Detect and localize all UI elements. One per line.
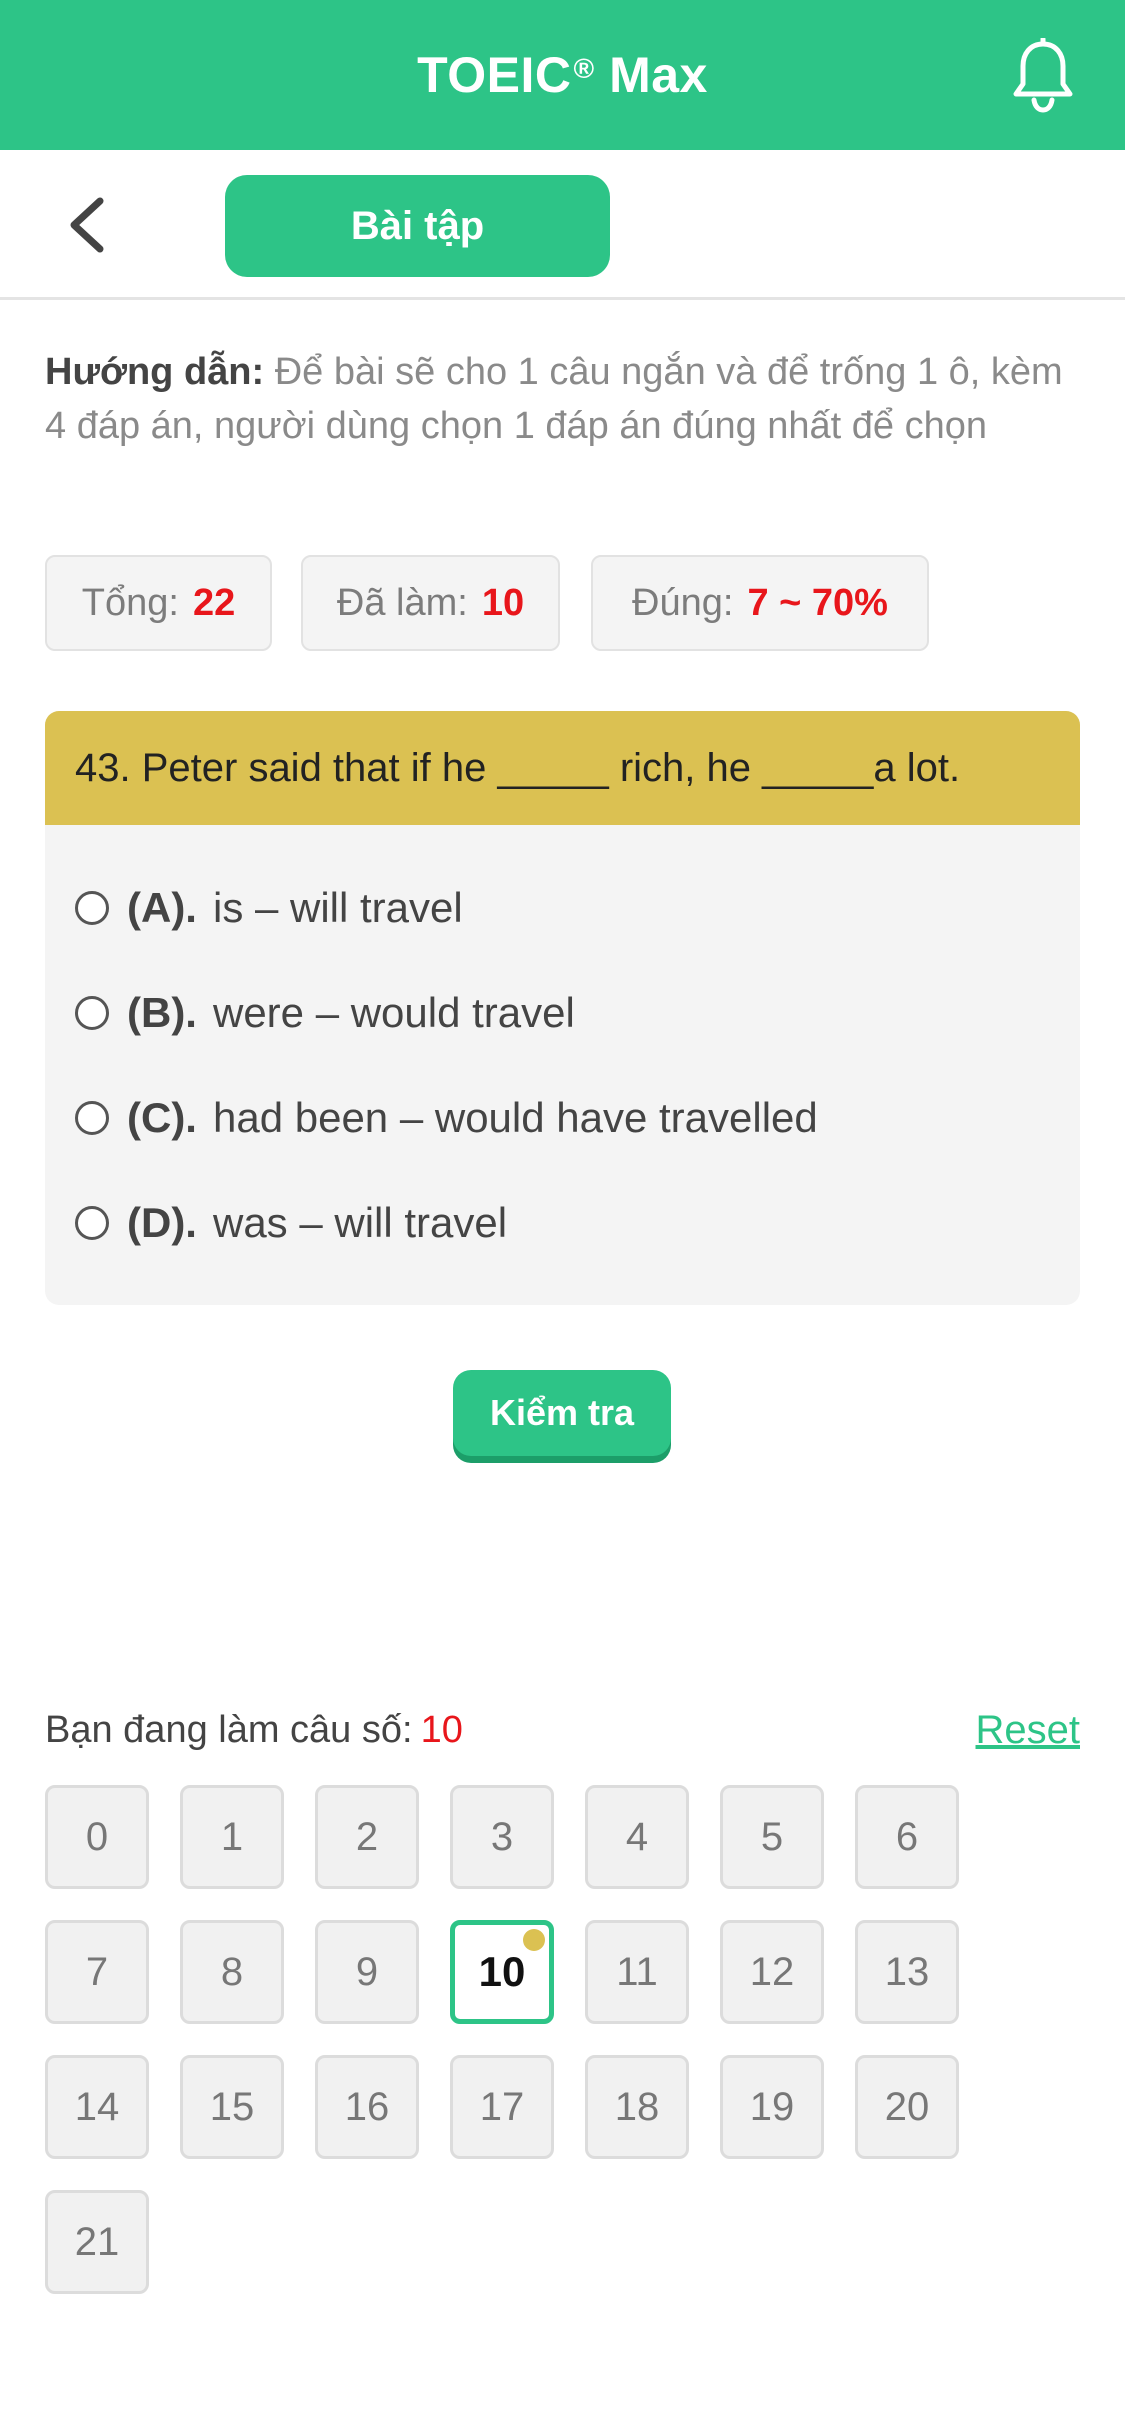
question-number-label: 21 [74, 2219, 120, 2264]
option-text: was – will travel [212, 1199, 508, 1246]
stat-correct: Đúng: 7 ~ 70% [591, 555, 929, 651]
question-number-button[interactable]: 15 [180, 2055, 284, 2159]
question-number-button[interactable]: 18 [585, 2055, 689, 2159]
instructions-label: Hướng dẫn: [45, 351, 265, 393]
top-app-bar: TOEIC ® Max [0, 0, 1125, 150]
option-c[interactable]: (C). had been – would have travelled [75, 1083, 818, 1153]
question-number-label: 3 [490, 1814, 514, 1859]
question-number-label: 8 [220, 1949, 244, 1994]
instructions: Hướng dẫn: Để bài sẽ cho 1 câu ngắn và đ… [45, 345, 1085, 453]
question-number-label: 11 [616, 1949, 658, 1994]
reset-link[interactable]: Reset [930, 1700, 1081, 1760]
question-number-label: 6 [895, 1814, 919, 1859]
app-title-suffix: Max [594, 47, 708, 103]
question-number-button[interactable]: 8 [180, 1920, 284, 2024]
current-question-indicator: Bạn đang làm câu số: 10 [45, 1700, 463, 1760]
question-number-label: 5 [760, 1814, 784, 1859]
option-label: (C). [127, 1094, 197, 1141]
option-text: had been – would have travelled [212, 1094, 818, 1141]
option-label: (A). [127, 884, 197, 931]
option-label: (D). [127, 1199, 197, 1246]
question-number-button[interactable]: 14 [45, 2055, 149, 2159]
stat-correct-value: 7 ~ 70% [747, 581, 888, 624]
app-title-text: TOEIC [417, 47, 572, 103]
question-number-button[interactable]: 17 [450, 2055, 554, 2159]
stat-done-value: 10 [481, 581, 525, 624]
question-number-button[interactable]: 1 [180, 1785, 284, 1889]
radio-button[interactable] [75, 1206, 109, 1240]
question-number-button[interactable]: 21 [45, 2190, 149, 2294]
bell-icon[interactable] [1010, 38, 1076, 114]
sub-header: Bài tập [0, 150, 1125, 300]
option-label: (B). [127, 989, 197, 1036]
question-number-label: 12 [749, 1949, 795, 1994]
question-number-label: 0 [85, 1814, 109, 1859]
check-button[interactable]: Kiểm tra [453, 1370, 671, 1456]
question-number-label: 20 [884, 2084, 930, 2129]
question-number-label: 7 [85, 1949, 109, 1994]
question-number-button[interactable]: 3 [450, 1785, 554, 1889]
back-arrow-icon[interactable] [60, 195, 120, 255]
question-number-label: 15 [209, 2084, 255, 2129]
radio-button[interactable] [75, 996, 109, 1030]
current-question-label: Bạn đang làm câu số: [45, 1708, 413, 1751]
current-question-number: 10 [420, 1708, 463, 1751]
question-number-button[interactable]: 16 [315, 2055, 419, 2159]
question-number-label: 1 [220, 1814, 244, 1859]
question-number-button[interactable]: 10 [450, 1920, 554, 2024]
question-number-button[interactable]: 6 [855, 1785, 959, 1889]
option-b[interactable]: (B). were – would travel [75, 978, 575, 1048]
question-number-button[interactable]: 0 [45, 1785, 149, 1889]
question-number-label: 17 [479, 2084, 525, 2129]
question-number-label: 13 [884, 1949, 930, 1994]
stat-total: Tổng: 22 [45, 555, 272, 651]
option-text: were – would travel [212, 989, 575, 1036]
question-number-button[interactable]: 9 [315, 1920, 419, 2024]
question-number-grid: 0 1 2 3 4 5 6 7 8 9 10 11 12 13 14 15 16 17 18 19 20 21 [45, 1785, 1095, 2305]
question-number-button[interactable]: 7 [45, 1920, 149, 2024]
question-number-label: 14 [74, 2084, 120, 2129]
option-d[interactable]: (D). was – will travel [75, 1188, 507, 1258]
stat-total-label: Tổng: [81, 581, 179, 624]
stat-total-value: 22 [192, 581, 236, 624]
question-card: 43. Peter said that if he _____ rich, he… [45, 711, 1080, 1305]
question-number-button[interactable]: 2 [315, 1785, 419, 1889]
question-number-button[interactable]: 20 [855, 2055, 959, 2159]
exercise-tab-button[interactable]: Bài tập [225, 175, 610, 277]
app-title: TOEIC ® Max [0, 0, 1125, 150]
question-number-button[interactable]: 4 [585, 1785, 689, 1889]
question-number-label: 4 [625, 1814, 649, 1859]
question-number-label: 19 [749, 2084, 795, 2129]
question-number-label: 9 [355, 1949, 379, 1994]
question-text: 43. Peter said that if he _____ rich, he… [45, 711, 1080, 825]
question-number-button[interactable]: 12 [720, 1920, 824, 2024]
question-number-label: 16 [344, 2084, 390, 2129]
radio-button[interactable] [75, 891, 109, 925]
question-number-label: 10 [478, 1948, 526, 1995]
radio-button[interactable] [75, 1101, 109, 1135]
registered-mark: ® [573, 53, 595, 84]
stat-done-label: Đã làm: [336, 581, 468, 624]
question-number-label: 2 [355, 1814, 379, 1859]
question-number-button[interactable]: 13 [855, 1920, 959, 2024]
question-number-label: 18 [614, 2084, 660, 2129]
current-marker-dot [523, 1929, 545, 1951]
stat-correct-label: Đúng: [632, 581, 734, 624]
option-text: is – will travel [212, 884, 463, 931]
question-number-button[interactable]: 11 [585, 1920, 689, 2024]
question-number-button[interactable]: 5 [720, 1785, 824, 1889]
stat-done: Đã làm: 10 [301, 555, 560, 651]
option-a[interactable]: (A). is – will travel [75, 873, 463, 943]
question-number-button[interactable]: 19 [720, 2055, 824, 2159]
